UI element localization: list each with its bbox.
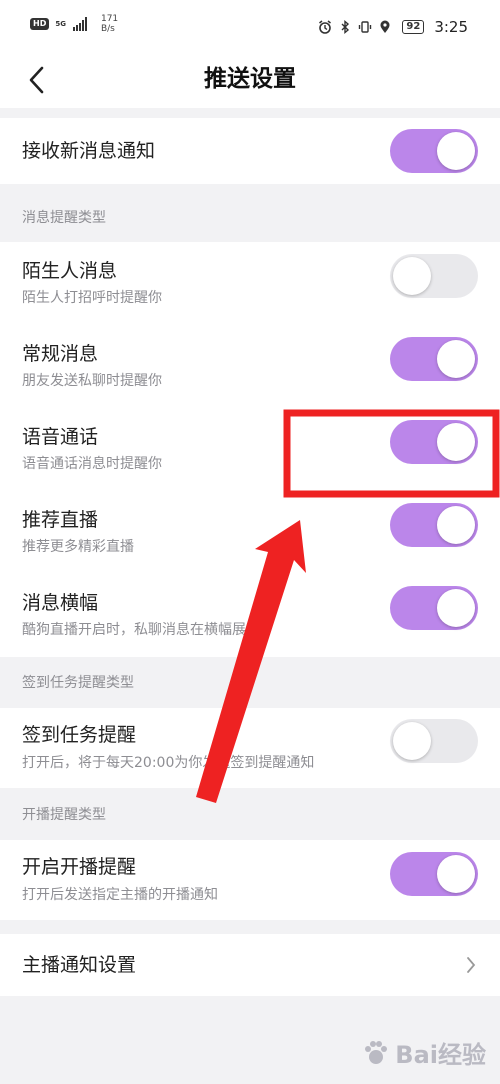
signal-icon (72, 17, 87, 31)
toggle-knob (437, 855, 475, 893)
watermark-text: Bai经验 (395, 1041, 486, 1069)
anchor-settings-row[interactable]: 主播通知设置 (0, 934, 500, 996)
checkin-title: 签到任务提醒 (22, 724, 137, 746)
watermark: Bai经验 (361, 1035, 486, 1070)
chevron-right-icon (467, 957, 476, 973)
regular-messages-toggle[interactable] (390, 337, 478, 381)
toggle-knob (393, 722, 431, 760)
status-bar: HD 5G 171 B/s 92 3:25 (0, 0, 500, 56)
item-subtitle-stranger: 陌生人打招呼时提醒你 (22, 290, 162, 306)
item-title-recommended-live: 推荐直播 (22, 509, 99, 531)
item-title-voice-call: 语音通话 (22, 426, 99, 448)
stranger-messages-toggle[interactable] (390, 254, 478, 298)
receive-notifications-row: 接收新消息通知 (0, 118, 500, 184)
live-subtitle: 打开后发送指定主播的开播通知 (22, 887, 218, 903)
status-left: HD 5G 171 B/s (30, 14, 118, 34)
item-title-message-banner: 消息横幅 (22, 592, 99, 614)
anchor-settings-label: 主播通知设置 (22, 954, 137, 976)
item-title-stranger: 陌生人消息 (22, 260, 118, 282)
page-title: 推送设置 (204, 66, 296, 92)
section-header-checkin: 签到任务提醒类型 (22, 675, 134, 691)
vibrate-icon (359, 21, 372, 33)
status-time: 3:25 (434, 18, 468, 36)
toggle-knob (437, 340, 475, 378)
network-speed-value: 171 (100, 14, 119, 24)
item-subtitle-regular: 朋友发送私聊时提醒你 (22, 373, 162, 389)
checkin-toggle[interactable] (390, 719, 478, 763)
checkin-row: 签到任务提醒 打开后，将于每天20:00为你发送签到提醒通知 (0, 708, 500, 788)
network-generation: 5G (55, 19, 66, 28)
receive-notifications-toggle[interactable] (390, 129, 478, 173)
battery-indicator: 92 (402, 20, 425, 34)
item-subtitle-recommended-live: 推荐更多精彩直播 (22, 539, 134, 555)
section-header-live: 开播提醒类型 (22, 807, 106, 823)
receive-notifications-label: 接收新消息通知 (22, 140, 156, 162)
recommended-live-toggle[interactable] (390, 503, 478, 547)
live-title: 开启开播提醒 (22, 856, 137, 878)
voice-call-toggle[interactable] (390, 420, 478, 464)
hd-badge: HD (30, 18, 50, 30)
item-subtitle-voice-call: 语音通话消息时提醒你 (22, 456, 162, 472)
toggle-knob (437, 506, 475, 544)
toggle-knob (437, 423, 475, 461)
location-icon (380, 20, 390, 33)
paw-icon (365, 1040, 388, 1064)
network-speed: 171 B/s (101, 14, 118, 34)
status-right: 92 3:25 (318, 18, 468, 36)
live-row: 开启开播提醒 打开后发送指定主播的开播通知 (0, 840, 500, 920)
section-header-message-type: 消息提醒类型 (22, 210, 106, 226)
live-toggle[interactable] (390, 852, 478, 896)
message-banner-toggle[interactable] (390, 586, 478, 630)
message-type-list: 陌生人消息 陌生人打招呼时提醒你 常规消息 朋友发送私聊时提醒你 语音通话 语音… (0, 242, 500, 657)
alarm-icon (319, 20, 332, 34)
toggle-knob (437, 589, 475, 627)
toggle-knob (437, 132, 475, 170)
network-speed-unit: B/s (100, 24, 115, 34)
item-subtitle-message-banner: 酷狗直播开启时，私聊消息在横幅展示 (22, 622, 260, 638)
checkin-subtitle: 打开后，将于每天20:00为你发送签到提醒通知 (22, 755, 315, 771)
item-title-regular: 常规消息 (22, 343, 99, 365)
toggle-knob (393, 257, 431, 295)
bluetooth-icon (341, 20, 350, 34)
nav-bar: 推送设置 (0, 56, 500, 108)
